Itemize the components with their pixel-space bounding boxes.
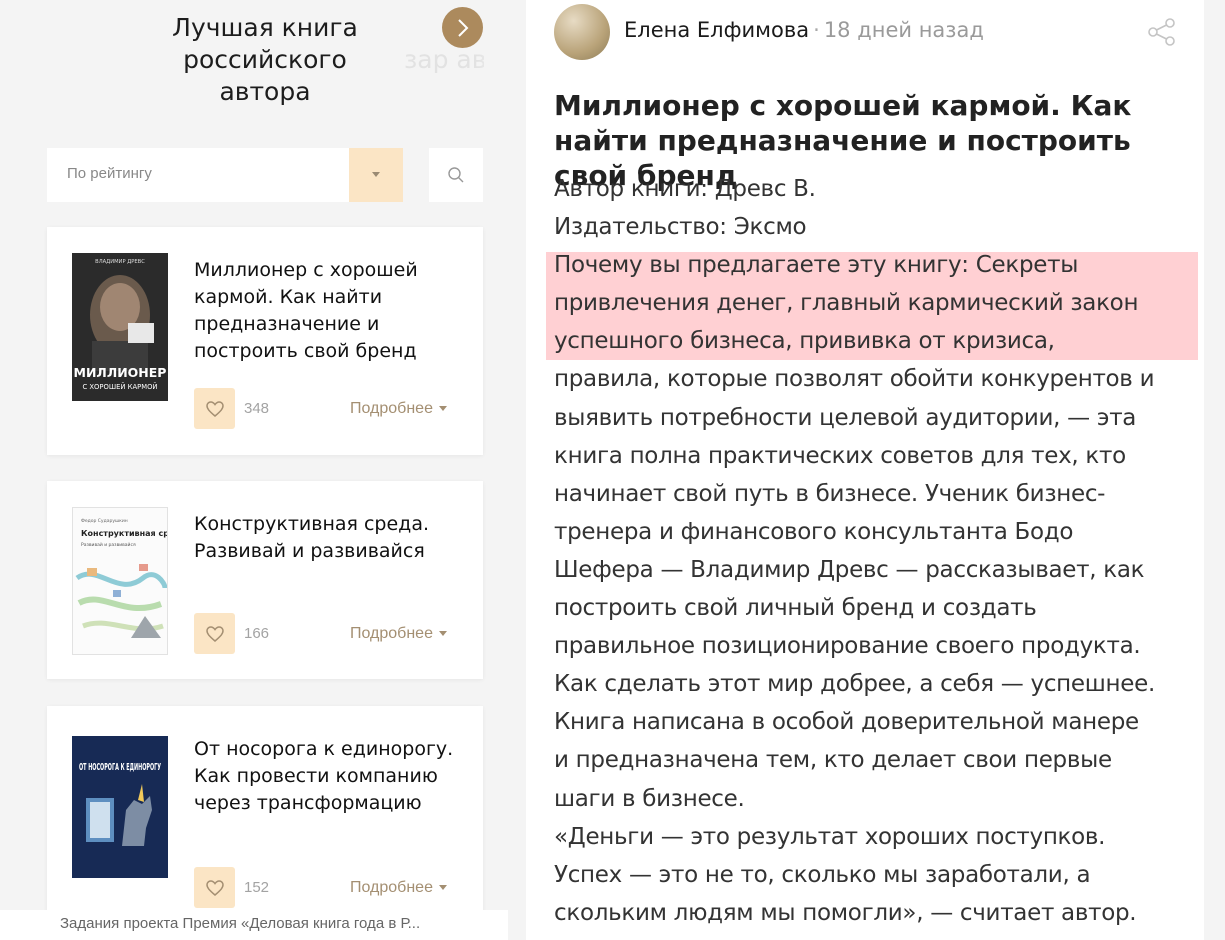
- body-line: скольким людям мы помогли», — считает ав…: [554, 899, 1137, 926]
- chevron-right-icon: [457, 18, 468, 37]
- post-meta: Елена Елфимова · 18 дней назад: [624, 18, 984, 42]
- cover-title: Конструктивная среда.: [81, 529, 168, 538]
- book-list-panel: Лучшая книга российского автора зар авто…: [0, 0, 508, 940]
- body-line: Книга написана в особой доверительной ма…: [554, 709, 1139, 736]
- body-line: «Деньги — это результат хороших поступко…: [554, 823, 1106, 850]
- body-line: Издательство: Эксмо: [554, 214, 807, 241]
- like-button[interactable]: [194, 613, 235, 654]
- like-count: 348: [244, 400, 270, 417]
- like-button[interactable]: [194, 867, 235, 908]
- book-card[interactable]: Федор Сударушкин Конструктивная среда. Р…: [47, 481, 483, 679]
- body-line: шаги в бизнесе.: [554, 785, 745, 812]
- body-line: Как сделать этот мир добрее, а себя — ус…: [554, 671, 1155, 698]
- book-title[interactable]: Конструктивная среда. Развивай и развива…: [194, 511, 464, 565]
- body-line: начинает свой путь в бизнесе. Ученик биз…: [554, 480, 1106, 507]
- next-category-title[interactable]: зар автор: [404, 44, 484, 76]
- heart-icon: [205, 400, 224, 417]
- post-time: 18 дней назад: [823, 18, 984, 42]
- book-title[interactable]: От носорога к единорогу. Как провести ко…: [194, 736, 464, 817]
- like-count: 166: [244, 625, 270, 642]
- book-cover[interactable]: Федор Сударушкин Конструктивная среда. Р…: [72, 507, 168, 655]
- body-line: и предназначена тем, кто делает свои пер…: [554, 747, 1112, 774]
- footer-tasks-text[interactable]: Задания проекта Премия «Деловая книга го…: [0, 910, 508, 940]
- body-line: правила, которые позволят обойти конкуре…: [554, 366, 1155, 393]
- avatar[interactable]: [554, 4, 610, 60]
- post-panel: Елена Елфимова · 18 дней назад Миллионер с…: [526, 0, 1204, 940]
- body-line: правильное позиционирование своего проду…: [554, 633, 1141, 660]
- share-icon[interactable]: [1146, 16, 1178, 48]
- body-line: привлечения денег, главный кармический з…: [554, 290, 1139, 317]
- more-link[interactable]: Подробнее: [350, 400, 447, 418]
- sort-select[interactable]: По рейтингу: [47, 148, 403, 202]
- meta-separator: ·: [813, 18, 820, 42]
- body-line: построить свой личный бренд и создать: [554, 595, 1037, 622]
- cover-title: ОТ НОСОРОГА К ЕДИНОРОГУ: [79, 762, 161, 773]
- book-cover[interactable]: ВЛАДИМИР ДРЕВС МИЛЛИОНЕР С ХОРОШЕЙ КАРМО…: [72, 253, 168, 401]
- body-line: Шефера — Владимир Древс — рассказывает, …: [554, 556, 1145, 583]
- body-line: Почему вы предлагаете эту книгу: Секреты: [554, 252, 1079, 279]
- body-line: книга полна практических советов для тех…: [554, 442, 1126, 469]
- post-body: Автор книги: Древс В. Издательство: Эксм…: [554, 170, 1204, 932]
- sort-dropdown-button[interactable]: [349, 148, 403, 202]
- search-button[interactable]: [429, 148, 483, 202]
- cover-subtitle: Развивай и развивайся: [81, 541, 136, 548]
- like-button[interactable]: [194, 388, 235, 429]
- next-category-button[interactable]: [442, 7, 483, 48]
- cover-author: Федор Сударушкин: [81, 518, 128, 524]
- body-line: Автор книги: Древс В.: [554, 176, 816, 202]
- category-title: Лучшая книга российского автора: [172, 13, 358, 106]
- like-count: 152: [244, 879, 270, 896]
- cover-author: ВЛАДИМИР ДРЕВС: [95, 259, 145, 265]
- body-line: выявить потребности целевой аудитории, —…: [554, 404, 1137, 431]
- cover-title: МИЛЛИОНЕР: [74, 365, 167, 380]
- more-link[interactable]: Подробнее: [350, 625, 447, 643]
- heart-icon: [205, 879, 224, 896]
- book-title[interactable]: Миллионер с хорошей кармой. Как найти пр…: [194, 257, 464, 365]
- more-link[interactable]: Подробнее: [350, 879, 447, 897]
- book-card[interactable]: ОТ НОСОРОГА К ЕДИНОРОГУ От носорога к ед…: [47, 706, 483, 916]
- heart-icon: [205, 625, 224, 642]
- cover-subtitle: С ХОРОШЕЙ КАРМОЙ: [82, 382, 157, 391]
- search-icon: [448, 167, 464, 183]
- dropdown-triangle-icon: [372, 172, 380, 177]
- body-line: тренера и финансового консультанта Бодо: [554, 518, 1074, 545]
- author-name[interactable]: Елена Елфимова: [624, 18, 809, 42]
- body-line: успешного бизнеса, прививка от кризиса,: [554, 328, 1055, 355]
- book-card[interactable]: ВЛАДИМИР ДРЕВС МИЛЛИОНЕР С ХОРОШЕЙ КАРМО…: [47, 227, 483, 455]
- sort-select-value: По рейтингу: [67, 165, 152, 182]
- book-cover[interactable]: ОТ НОСОРОГА К ЕДИНОРОГУ: [72, 736, 168, 884]
- body-line: Успех — это не то, сколько мы заработали…: [554, 861, 1091, 888]
